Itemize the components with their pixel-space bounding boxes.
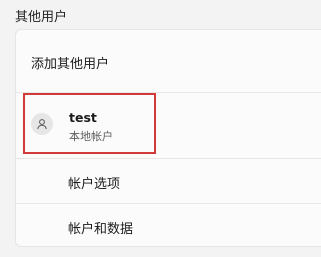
account-options-button[interactable]: 帐户选项 bbox=[16, 159, 321, 205]
other-users-panel: 添加其他用户 test 本地帐户 帐户选项 帐户和数据 bbox=[15, 29, 321, 247]
user-icon bbox=[37, 119, 47, 130]
add-other-user-row[interactable]: 添加其他用户 bbox=[16, 30, 321, 92]
avatar bbox=[31, 113, 53, 135]
account-data-button[interactable]: 帐户和数据 bbox=[16, 204, 321, 250]
account-data-label: 帐户和数据 bbox=[68, 222, 134, 237]
section-title: 其他用户 bbox=[15, 10, 68, 25]
account-options-label: 帐户选项 bbox=[68, 177, 121, 192]
user-name: test bbox=[69, 110, 97, 125]
user-header-test[interactable]: test 本地帐户 bbox=[16, 92, 321, 156]
add-other-user-label: 添加其他用户 bbox=[31, 57, 110, 72]
user-card: test 本地帐户 帐户选项 帐户和数据 bbox=[16, 92, 321, 248]
account-type: 本地帐户 bbox=[69, 130, 113, 143]
